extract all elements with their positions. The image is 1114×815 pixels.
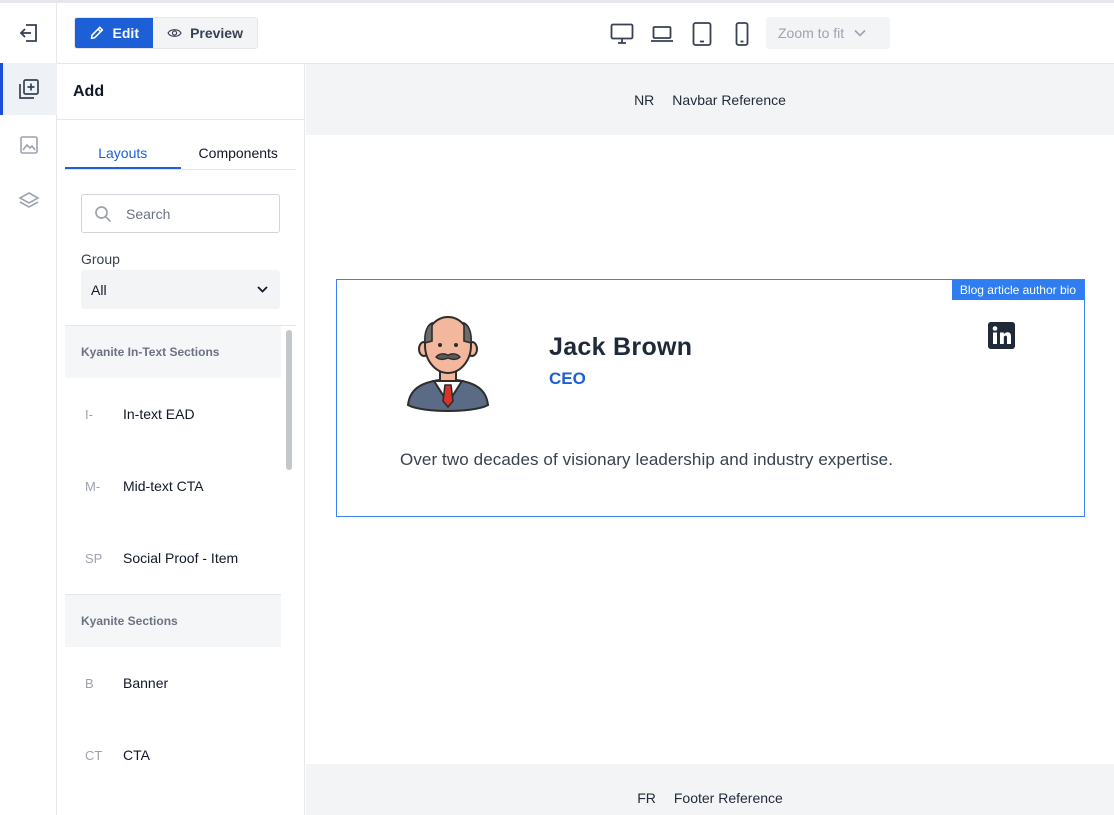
laptop-icon [651,26,673,42]
tablet-view-button[interactable] [689,21,715,47]
edit-mode-button[interactable]: Edit [75,18,153,48]
add-panel: Add Layouts Components Group All Kyanite… [57,64,305,815]
desktop-view-button[interactable] [609,21,635,47]
panel-tabs: Layouts Components [65,140,296,170]
mobile-icon [735,22,749,46]
desktop-icon [610,23,634,44]
exit-editor-button[interactable] [0,7,57,59]
block-type-badge: Blog article author bio [951,280,1084,300]
group-select-value: All [91,281,107,298]
item-label: Mid-text CTA [123,478,204,494]
footer-reference[interactable]: FR Footer Reference [306,764,1114,815]
pencil-icon [90,26,104,40]
group-label: Group [81,251,120,267]
scrollbar-thumb[interactable] [286,330,292,470]
search-box [81,194,280,233]
footer-abbr: FR [637,789,656,806]
item-abbr: SP [85,550,103,566]
author-bio-block[interactable]: Blog article author bio Jack Brown CEO O… [336,279,1085,517]
item-label: In-text EAD [123,406,195,422]
exit-icon [19,24,37,42]
list-item-mid-text-cta[interactable]: M- Mid-text CTA [65,450,281,522]
item-label: Social Proof - Item [123,550,239,566]
layers-icon [17,192,40,208]
group-select[interactable]: All [81,270,280,309]
tablet-icon [692,22,712,46]
add-panel-button[interactable] [0,63,57,115]
item-label: Banner [123,675,169,691]
section-header: Kyanite In-Text Sections [65,326,281,378]
left-rail [0,3,57,815]
panel-title: Add [73,83,105,100]
list-item-in-text-ead[interactable]: I- In-text EAD [65,378,281,450]
zoom-select[interactable]: Zoom to fit [766,17,890,49]
preview-label: Preview [190,25,243,41]
image-icon [19,136,38,154]
author-avatar [406,316,490,412]
chevron-down-icon [257,286,268,293]
item-abbr: I- [85,406,93,422]
author-name: Jack Brown [549,333,693,361]
divider [57,119,304,120]
linkedin-icon[interactable] [988,322,1015,349]
item-abbr: CT [85,747,103,763]
navbar-abbr: NR [634,91,655,108]
author-role: CEO [549,369,586,388]
item-abbr: B [85,675,94,691]
footer-label: Footer Reference [673,789,783,806]
add-block-icon [18,79,39,99]
tab-layouts[interactable]: Layouts [65,140,181,169]
item-label: CTA [123,747,150,763]
editor-canvas: NR Navbar Reference Blog article author … [306,64,1114,815]
device-switcher [609,21,755,47]
navbar-label: Navbar Reference [672,91,786,108]
list-item-cta[interactable]: CT CTA [65,719,281,791]
top-toolbar: Edit Preview Zoom to fit [57,3,1114,64]
layers-button[interactable] [0,175,57,227]
mobile-view-button[interactable] [729,21,755,47]
item-abbr: M- [85,478,101,494]
eye-icon [167,29,182,37]
layout-list: Kyanite In-Text Sections I- In-text EAD … [65,326,281,791]
author-bio-text: Over two decades of visionary leadership… [400,450,894,469]
chevron-down-icon [854,29,866,37]
laptop-view-button[interactable] [649,21,675,47]
zoom-label: Zoom to fit [778,25,845,41]
list-item-banner[interactable]: B Banner [65,647,281,719]
list-item-social-proof[interactable]: SP Social Proof - Item [65,522,281,594]
preview-mode-button[interactable]: Preview [153,18,257,48]
search-icon [95,205,112,222]
mode-toggle: Edit Preview [74,17,258,49]
search-input[interactable] [126,205,256,222]
tab-components[interactable]: Components [181,140,297,169]
section-header: Kyanite Sections [65,595,281,647]
edit-label: Edit [112,25,139,41]
media-button[interactable] [0,119,57,171]
navbar-reference[interactable]: NR Navbar Reference [306,64,1114,135]
